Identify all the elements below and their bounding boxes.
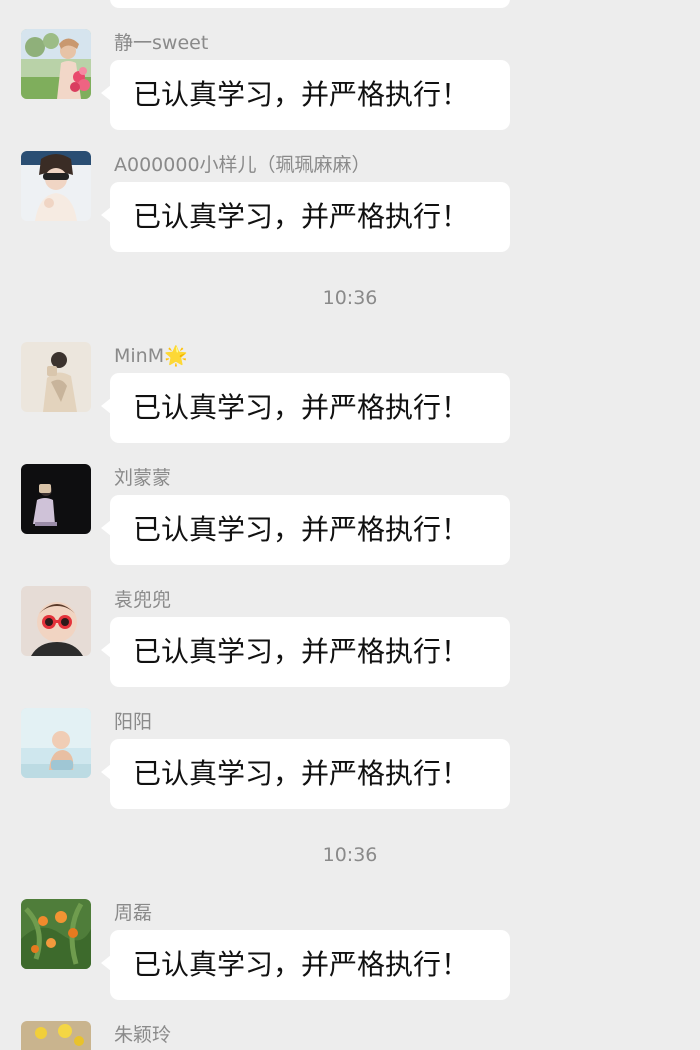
timestamp: 10:36 [322, 287, 378, 309]
avatar-girl-flowers-icon [21, 29, 91, 99]
message-bubble[interactable]: 已认真学习，并严格执行！ [101, 739, 510, 809]
sender-name: MinM🌟 [114, 345, 188, 367]
sender-name: A000000小样儿（珮珮麻麻） [114, 154, 371, 176]
avatar-orange-flowers-icon [21, 899, 91, 969]
avatar[interactable] [21, 342, 91, 412]
avatar[interactable] [21, 1021, 91, 1050]
sender-name: 袁兜兜 [114, 589, 172, 611]
sender-name: 刘蒙蒙 [114, 467, 172, 489]
avatar-girl-sunglasses-icon [21, 151, 91, 221]
sender-name: 朱颖玲 [114, 1024, 172, 1046]
avatar[interactable] [21, 899, 91, 969]
avatar-person-dark-icon [21, 464, 91, 534]
chat-message-list[interactable]: 静一sweet 已认真学习，并严格执行！ A000000小样儿（珮珮麻麻） 已认… [0, 0, 700, 1050]
message-bubble[interactable]: 已认真学习，并严格执行！ [101, 373, 510, 443]
message-bubble[interactable]: 已认真学习，并严格执行！ [101, 60, 510, 130]
avatar-yellow-flowers-icon [21, 1021, 91, 1050]
avatar-person-light-icon [21, 342, 91, 412]
sender-name: 静一sweet [114, 32, 209, 54]
message-bubble[interactable]: 已认真学习，并严格执行！ [101, 617, 510, 687]
avatar[interactable] [21, 586, 91, 656]
avatar[interactable] [21, 29, 91, 99]
avatar-baby-icon [21, 708, 91, 778]
avatar-child-sunglasses-icon [21, 586, 91, 656]
message-bubble[interactable]: 已认真学习，并严格执行！ [101, 930, 510, 1000]
timestamp: 10:36 [322, 844, 378, 866]
message-bubble[interactable]: 已认真学习，并严格执行！ [101, 495, 510, 565]
avatar[interactable] [21, 151, 91, 221]
sender-name: 周磊 [114, 902, 153, 924]
avatar[interactable] [21, 708, 91, 778]
sender-name: 阳阳 [114, 711, 153, 733]
avatar[interactable] [21, 464, 91, 534]
message-bubble[interactable]: 已认真学习，并严格执行！ [101, 182, 510, 252]
message-bubble[interactable] [110, 0, 510, 8]
